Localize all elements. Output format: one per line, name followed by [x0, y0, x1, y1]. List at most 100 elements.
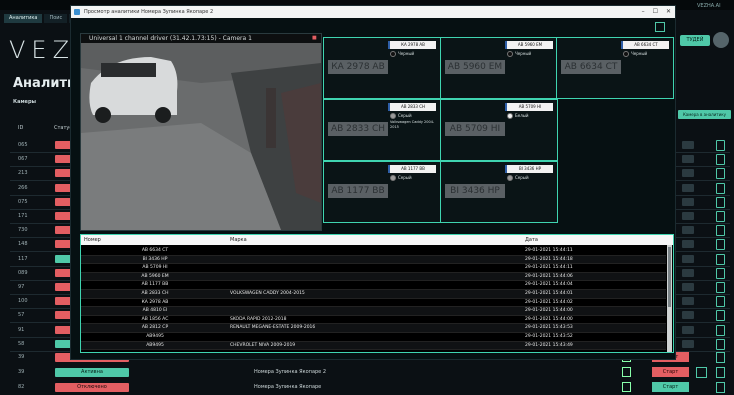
start-button[interactable]: Старт: [652, 382, 689, 392]
today-button[interactable]: ТУДЕЙ: [680, 35, 710, 46]
row-start-button[interactable]: [682, 254, 694, 263]
table-row[interactable]: ВІ 3436 НР 29-01-2021 15:44:18: [81, 255, 666, 265]
row-start-button[interactable]: [682, 141, 694, 149]
trash-icon[interactable]: [716, 239, 725, 251]
minimize-icon[interactable]: –: [642, 8, 645, 15]
table-row[interactable]: 82 Отключено Номера Зупинка Якопаре Старт: [10, 380, 730, 394]
window-titlebar: Просмотр аналитики Номера Зупинка Якопар…: [71, 6, 675, 18]
col-brand[interactable]: Марка: [230, 237, 247, 243]
trash-icon[interactable]: [716, 310, 725, 322]
row-start-button[interactable]: [682, 169, 694, 178]
color-name: Серый: [515, 175, 529, 180]
camera-feed-image: [81, 43, 321, 230]
row-start-button[interactable]: [682, 268, 694, 277]
preview-icon[interactable]: [696, 367, 707, 378]
plate-tile[interactable]: АВ 1177 ВВ АВ 1177 ВВ Серый: [323, 161, 441, 223]
trash-icon[interactable]: [716, 382, 725, 393]
brand-cell: VOLKSWAGEN CADDY 2004-2015: [230, 291, 305, 296]
row-id: 089: [18, 269, 28, 276]
start-button[interactable]: Старт: [652, 367, 689, 377]
close-icon[interactable]: ✕: [666, 8, 671, 15]
date-cell: 29-01-2021 15:43:49: [525, 342, 573, 348]
table-row[interactable]: АВ 5960 ЕМ 29-01-2021 15:44:06: [81, 272, 666, 282]
row-start-button[interactable]: [682, 325, 694, 334]
plate-image: АВ 5960 ЕМ: [445, 60, 505, 74]
row-start-button[interactable]: [682, 240, 694, 249]
trash-icon[interactable]: [716, 352, 725, 363]
parked-car: [89, 57, 178, 123]
table-row[interactable]: АВ 1177 ВВ 29-01-2021 15:44:04: [81, 281, 666, 290]
col-date[interactable]: Дата: [525, 237, 538, 243]
trash-icon[interactable]: [716, 154, 725, 166]
maximize-icon[interactable]: ☐: [653, 8, 658, 15]
table-row[interactable]: АВ 6634 СТ 29-01-2021 15:44:11: [81, 247, 666, 256]
plate-tile[interactable]: АВ 2833 СН АВ 2833 СН Серый Volkswagen Cadd…: [323, 99, 441, 161]
trash-icon[interactable]: [716, 140, 725, 151]
expand-icon[interactable]: [655, 22, 665, 32]
plate-tile[interactable]: ВІ 3436 НР ВІ 3436 НР Серый: [440, 161, 558, 223]
row-start-button[interactable]: [682, 183, 694, 192]
table-scrollbar[interactable]: [667, 245, 672, 352]
recognitions-table-header: Номер Марка Дата: [81, 235, 673, 245]
plate-tile[interactable]: АВ 6634 СТ АВ 6634 СТ Черный: [556, 37, 674, 99]
table-row[interactable]: АВ9495 29-01-2021 15:43:52: [81, 333, 666, 342]
vehicle-color: Черный: [507, 51, 531, 57]
row-id: 213: [18, 170, 28, 177]
status-badge: Активна: [55, 368, 129, 377]
table-row[interactable]: АВ 2833 СН VOLKSWAGEN CADDY 2004-2015 29-0…: [81, 290, 666, 299]
row-start-button[interactable]: [682, 283, 694, 291]
trash-icon[interactable]: [716, 211, 725, 222]
trash-icon[interactable]: [716, 296, 725, 308]
table-row[interactable]: КА 2978 АВ 29-01-2021 15:44:02: [81, 299, 666, 308]
row-id: 82: [18, 384, 25, 390]
row-start-button[interactable]: [682, 339, 694, 348]
trash-icon[interactable]: [716, 182, 725, 194]
plate-cell: АВ 2833 СН: [141, 291, 169, 296]
color-dot-icon: [507, 113, 513, 119]
tab-search[interactable]: Поис: [44, 14, 68, 23]
trash-icon[interactable]: [716, 225, 725, 237]
vehicle-color: Черный: [623, 51, 647, 57]
plate-number: АВ 1177 ВВ: [390, 165, 436, 173]
add-camera-to-analytics-button[interactable]: Камера в аналитику: [678, 110, 731, 119]
row-start-button[interactable]: [682, 226, 694, 235]
plate-cell: АВ9495: [146, 342, 164, 348]
brand-cell: RENAULT MEGANE-ESTATE 2009-2016: [230, 325, 316, 331]
plate-cell: АВ 5960 ЕМ: [141, 273, 169, 279]
plate-number: АВ 5960 ЕМ: [507, 41, 553, 49]
plate-tile[interactable]: КА 2978 АВ КА 2978 АВ Черный: [323, 37, 441, 99]
trash-icon[interactable]: [716, 196, 725, 208]
trash-icon[interactable]: [716, 338, 725, 350]
row-start-button[interactable]: [682, 297, 694, 306]
edit-icon[interactable]: [622, 382, 631, 392]
edit-icon[interactable]: [622, 367, 631, 377]
col-plate[interactable]: Номер: [84, 237, 101, 243]
tab-analytics[interactable]: Аналитика: [4, 14, 43, 23]
trash-icon[interactable]: [716, 168, 725, 180]
row-start-button[interactable]: [682, 197, 694, 206]
plate-tile[interactable]: АВ 5709 НІ АВ 5709 НІ Белый: [440, 99, 558, 161]
table-row[interactable]: 39 Активна Номера Зупинка Якопаре 2 Старт: [10, 365, 730, 379]
table-row[interactable]: АВ9495 CHEVROLET NIVA 2009-2019 29-01-2021…: [81, 341, 666, 351]
trash-icon[interactable]: [716, 253, 725, 265]
scrollbar-thumb[interactable]: [668, 247, 671, 307]
camera-close-icon[interactable]: ■: [312, 35, 319, 41]
plate-info: ВІ 3436 НР Серый: [505, 165, 554, 215]
table-row[interactable]: АВ 5709 НІ 29-01-2021 15:44:11: [81, 264, 666, 273]
trash-icon[interactable]: [716, 282, 725, 293]
trash-icon[interactable]: [716, 324, 725, 336]
trash-icon[interactable]: [716, 367, 725, 378]
camera-view[interactable]: Universal 1 channel driver (31.42.1.73:1…: [80, 33, 322, 231]
row-start-button[interactable]: [682, 311, 694, 320]
plate-cell: АВ 2812 СР: [141, 325, 169, 331]
trash-icon[interactable]: [716, 267, 725, 279]
table-row[interactable]: АВ 1856 АС SKODA RAPID 2012-2018 29-01-202…: [81, 316, 666, 325]
row-start-button[interactable]: [682, 212, 694, 220]
car-avatar-icon[interactable]: [713, 32, 729, 48]
row-start-button[interactable]: [682, 155, 694, 164]
color-name: Серый: [398, 175, 412, 180]
table-row[interactable]: АВ 2812 СР RENAULT MEGANE-ESTATE 2009-201…: [81, 324, 666, 333]
table-row[interactable]: АВ 4810 ЕІ 29-01-2021 15:44:00: [81, 307, 666, 316]
plate-tile[interactable]: АВ 5960 ЕМ АВ 5960 ЕМ Черный: [440, 37, 558, 99]
row-id: 067: [18, 156, 28, 163]
